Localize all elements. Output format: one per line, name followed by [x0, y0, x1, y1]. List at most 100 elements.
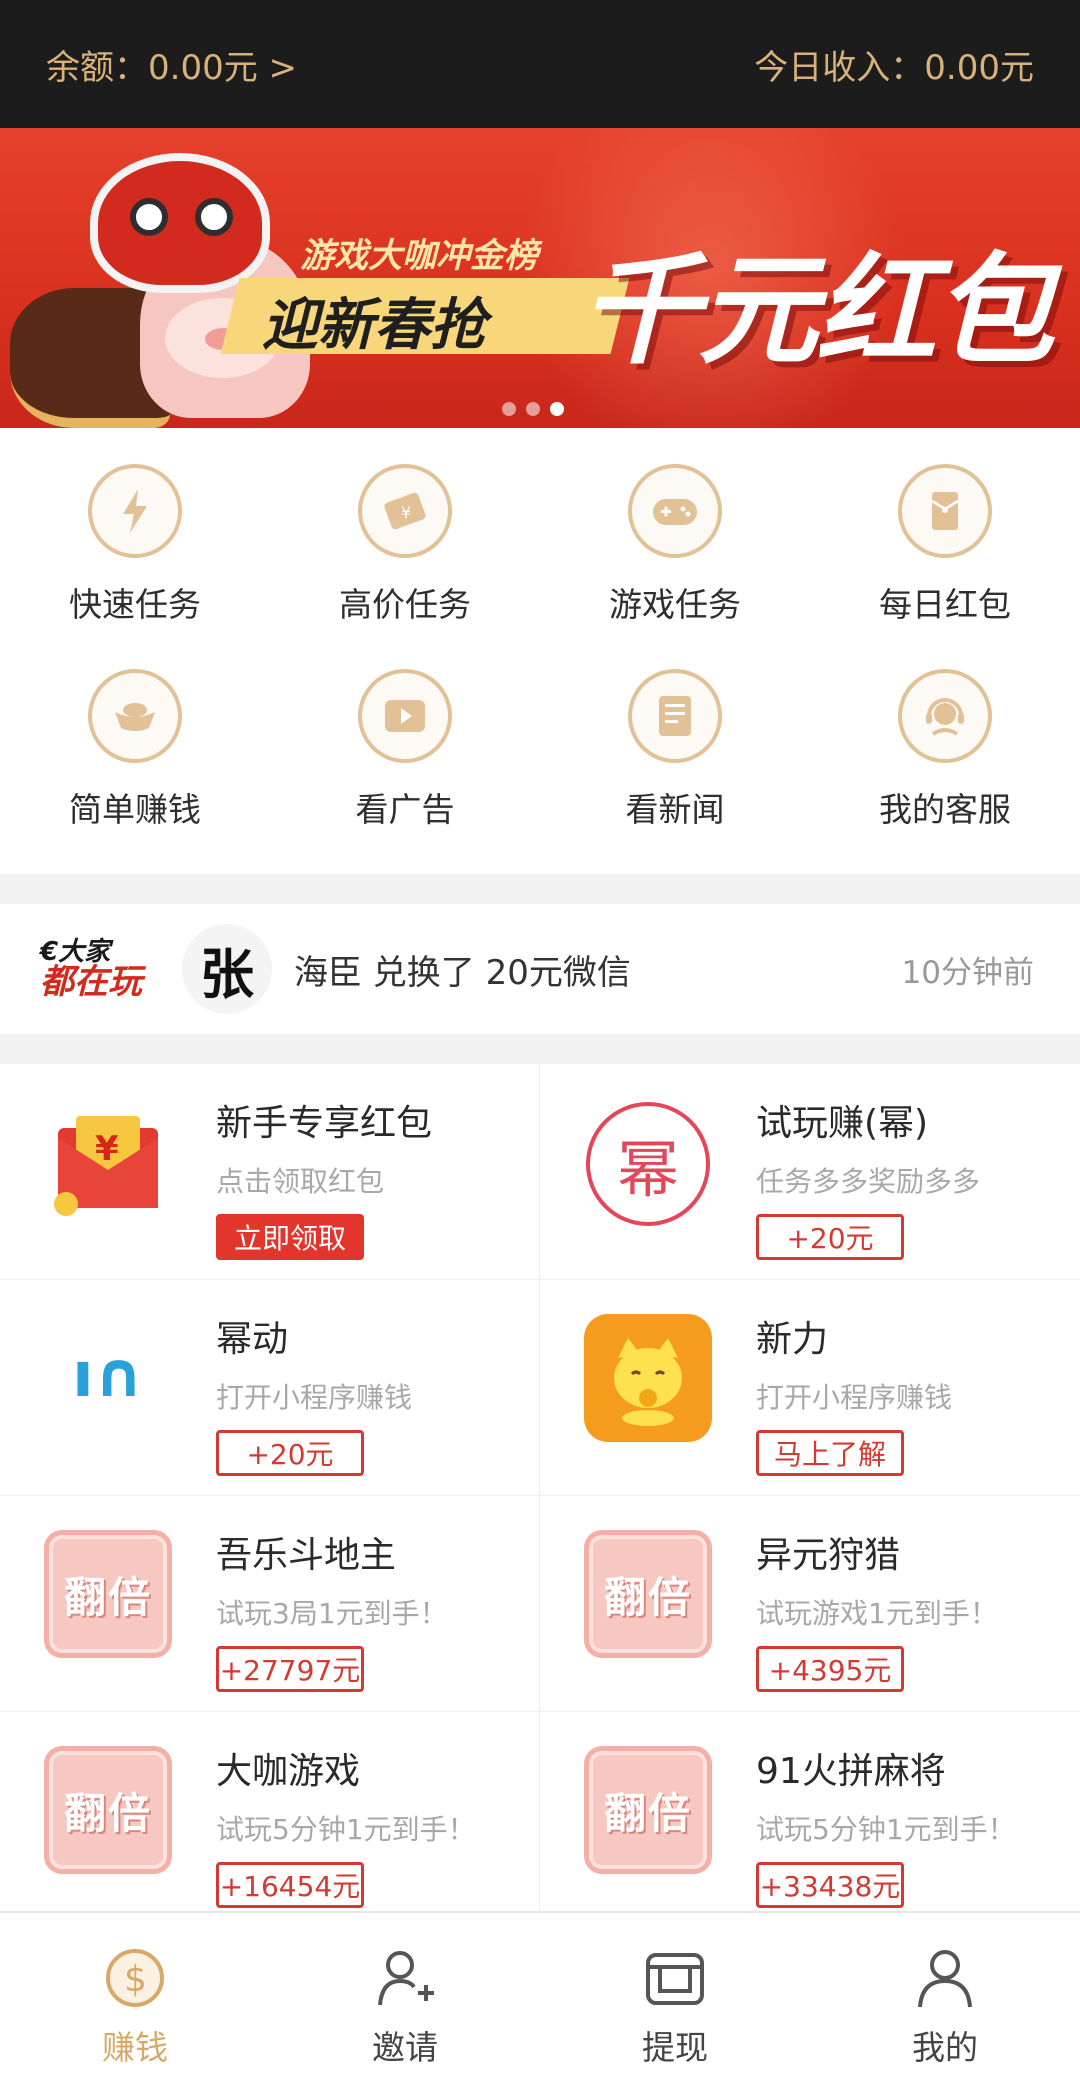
task-title: 吾乐斗地主 [216, 1535, 397, 1576]
menu-customer-service[interactable]: 我的客服 [810, 669, 1080, 874]
task-title: 试玩赚(幂) [756, 1103, 929, 1144]
reward-tag[interactable]: +16454元 [216, 1862, 364, 1908]
lucky-cat-icon [584, 1314, 712, 1442]
menu-label: 我的客服 [879, 790, 1011, 829]
double-reward-icon: 翻倍 [44, 1746, 172, 1874]
task-card[interactable]: 新力 打开小程序赚钱 马上了解 [540, 1280, 1080, 1496]
menu-label: 每日红包 [879, 585, 1011, 624]
menu-label: 看广告 [355, 790, 455, 829]
menu-label: 简单赚钱 [69, 790, 201, 829]
tab-invite[interactable]: 邀请 [270, 1913, 540, 2081]
menu-game-task[interactable]: 游戏任务 [540, 464, 810, 669]
task-desc: 试玩游戏1元到手！ [756, 1597, 998, 1630]
task-list: ¥ 新手专享红包 点击领取红包 立即领取 幂 试玩赚(幂) 任务多多奖励多多 +… [0, 1064, 1080, 1928]
lion-head [90, 153, 270, 293]
wallet-icon [646, 1953, 704, 2005]
task-desc: 试玩3局1元到手！ [216, 1597, 448, 1630]
menu-quick-task[interactable]: 快速任务 [0, 464, 270, 669]
carousel-dot-active[interactable] [550, 402, 564, 416]
tab-earn[interactable]: $ 赚钱 [0, 1913, 270, 2081]
menu-high-price-task[interactable]: ¥ 高价任务 [270, 464, 540, 669]
task-card[interactable]: 翻倍 91火拼麻将 试玩5分钟1元到手！ +33438元 [540, 1712, 1080, 1928]
learn-more-button[interactable]: 马上了解 [756, 1430, 904, 1476]
task-card[interactable]: 幂 试玩赚(幂) 任务多多奖励多多 +20元 [540, 1064, 1080, 1280]
claim-now-button[interactable]: 立即领取 [216, 1214, 364, 1260]
everyone-plays-logo: €大家 都在玩 [40, 937, 142, 1002]
task-card[interactable]: ı∩ 幂动 打开小程序赚钱 +20元 [0, 1280, 540, 1496]
avatar: 张 [182, 924, 272, 1014]
lion-eye [195, 198, 233, 236]
reward-tag[interactable]: +4395元 [756, 1646, 904, 1692]
task-desc: 试玩5分钟1元到手！ [756, 1813, 1016, 1846]
task-title: 新力 [756, 1319, 829, 1360]
section-divider [0, 874, 1080, 904]
task-desc: 点击领取红包 [216, 1165, 385, 1198]
dollar-coin-icon: $ [106, 1949, 164, 2007]
carousel-dot[interactable] [526, 402, 540, 416]
banner-subtitle: 游戏大咖冲金榜 [300, 236, 538, 276]
ticker-time: 10分钟前 [901, 954, 1034, 991]
double-reward-icon: 翻倍 [584, 1530, 712, 1658]
tab-mine[interactable]: 我的 [810, 1913, 1080, 2081]
menu-daily-red-packet[interactable]: 每日红包 [810, 464, 1080, 669]
svg-text:$: $ [124, 1959, 147, 2000]
task-card[interactable]: 翻倍 异元狩猎 试玩游戏1元到手！ +4395元 [540, 1496, 1080, 1712]
red-envelope-icon [898, 464, 992, 558]
task-title: 幂动 [216, 1319, 289, 1360]
today-income: 今日收入：0.00元 [754, 47, 1034, 88]
exchange-ticker: €大家 都在玩 张 海臣 兑换了 20元微信 10分钟前 [0, 904, 1080, 1034]
section-divider [0, 1034, 1080, 1064]
menu-label: 高价任务 [339, 585, 471, 624]
play-video-icon [358, 669, 452, 763]
banner-tagline: 迎新春抢 [262, 293, 486, 358]
reward-tag[interactable]: +20元 [216, 1430, 364, 1476]
mi-stamp-icon: 幂 [586, 1102, 710, 1226]
tab-label: 提现 [642, 2028, 708, 2067]
task-title: 大咖游戏 [216, 1751, 361, 1792]
task-desc: 打开小程序赚钱 [216, 1381, 413, 1414]
tab-label: 赚钱 [102, 2028, 168, 2067]
menu-watch-ads[interactable]: 看广告 [270, 669, 540, 874]
svg-text:¥: ¥ [95, 1129, 119, 1169]
double-reward-icon: 翻倍 [584, 1746, 712, 1874]
reward-tag[interactable]: +33438元 [756, 1862, 904, 1908]
svg-text:¥: ¥ [401, 503, 411, 522]
banner-headline: 千元红包 [580, 242, 1054, 381]
carousel-dot[interactable] [502, 402, 516, 416]
bottom-tab-bar: $ 赚钱 邀请 提现 我的 [0, 1911, 1080, 2081]
tab-withdraw[interactable]: 提现 [540, 1913, 810, 2081]
reward-tag[interactable]: +27797元 [216, 1646, 364, 1692]
task-desc: 打开小程序赚钱 [756, 1381, 953, 1414]
balance-link[interactable]: 余额：0.00元 > [46, 40, 297, 89]
lightning-icon [88, 464, 182, 558]
menu-label: 游戏任务 [609, 585, 741, 624]
task-title: 异元狩猎 [756, 1535, 901, 1576]
ticker-message: 海臣 兑换了 20元微信 [294, 952, 631, 993]
task-card[interactable]: ¥ 新手专享红包 点击领取红包 立即领取 [0, 1064, 540, 1280]
task-title: 新手专享红包 [216, 1103, 433, 1144]
gamepad-icon [628, 464, 722, 558]
top-bar: 余额：0.00元 > 今日收入：0.00元 [0, 0, 1080, 128]
feature-grid: 快速任务 ¥ 高价任务 游戏任务 每日红包 简单赚钱 看广告 看新闻 我的客服 [0, 428, 1080, 874]
task-desc: 试玩5分钟1元到手！ [216, 1813, 476, 1846]
lion-eye [130, 198, 168, 236]
menu-label: 看新闻 [625, 790, 725, 829]
task-title: 91火拼麻将 [756, 1751, 946, 1792]
carousel-dots [502, 402, 564, 416]
reward-tag[interactable]: +20元 [756, 1214, 904, 1260]
tab-label: 邀请 [372, 2028, 438, 2067]
menu-read-news[interactable]: 看新闻 [540, 669, 810, 874]
menu-easy-money[interactable]: 简单赚钱 [0, 669, 270, 874]
double-reward-icon: 翻倍 [44, 1530, 172, 1658]
menu-label: 快速任务 [69, 585, 201, 624]
gold-ingot-icon [88, 669, 182, 763]
task-card[interactable]: 翻倍 大咖游戏 试玩5分钟1元到手！ +16454元 [0, 1712, 540, 1928]
news-icon [628, 669, 722, 763]
customer-service-icon [898, 669, 992, 763]
promo-banner[interactable]: 游戏大咖冲金榜 迎新春抢 千元红包 [0, 128, 1080, 428]
midong-logo-icon: ı∩ [72, 1337, 144, 1411]
add-user-icon [378, 1951, 434, 2006]
user-profile-icon [918, 1950, 972, 2008]
task-card[interactable]: 翻倍 吾乐斗地主 试玩3局1元到手！ +27797元 [0, 1496, 540, 1712]
tab-label: 我的 [912, 2028, 978, 2067]
